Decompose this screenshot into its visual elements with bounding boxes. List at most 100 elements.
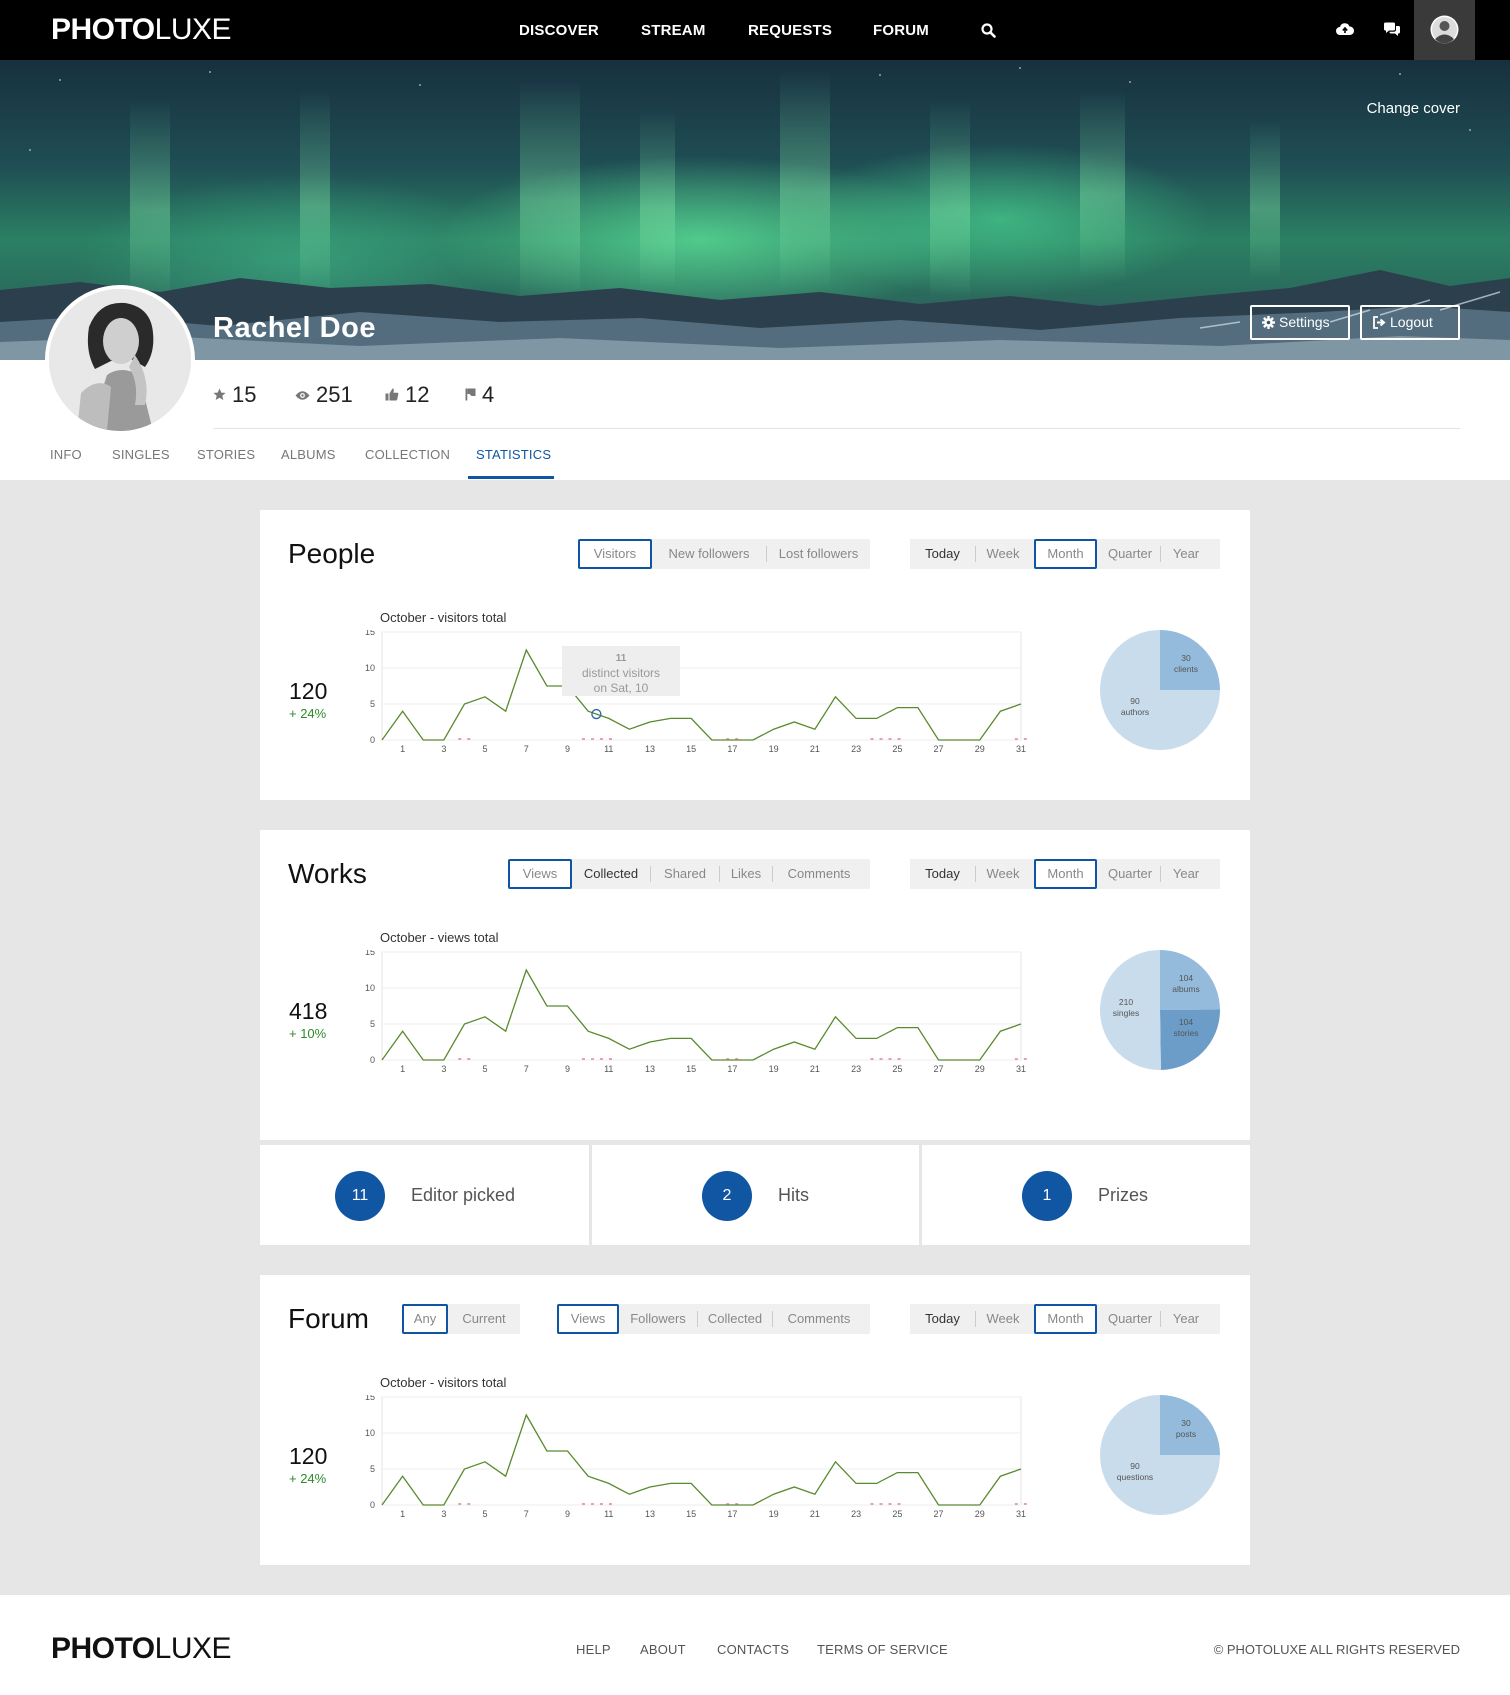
forum-period-group: Today Week Month Quarter Year [910, 1304, 1220, 1334]
change-cover-link[interactable]: Change cover [1367, 100, 1460, 117]
star-icon [213, 388, 226, 400]
period-month[interactable]: Month [1034, 1304, 1097, 1334]
footer-logo[interactable]: PHOTOLUXE [51, 1634, 232, 1664]
y-tick-label: 5 [370, 699, 375, 709]
logo-light: LUXE [154, 13, 232, 46]
period-today[interactable]: Today [910, 1304, 975, 1334]
x-tick-label: 25 [892, 1064, 902, 1074]
period-month[interactable]: Month [1034, 859, 1097, 889]
y-tick-label: 15 [365, 1395, 375, 1402]
footer-link-about[interactable]: ABOUT [640, 1642, 686, 1657]
period-quarter[interactable]: Quarter [1100, 539, 1160, 569]
portrait-photo [49, 289, 191, 431]
filter-lost-followers[interactable]: Lost followers [767, 539, 870, 569]
forum-pie-chart: 30posts 90questions [1100, 1395, 1220, 1515]
x-tick-label: 11 [604, 744, 613, 754]
people-line-chart[interactable]: 0510151 3 5 7 9 11 13 15 17 19 21 23 25 27 29 3111disti… [352, 630, 1052, 770]
x-tick-label: 3 [441, 744, 446, 754]
nav-link-forum[interactable]: FORUM [873, 22, 929, 39]
badge-hits: 2 Hits [592, 1145, 919, 1245]
works-pie-chart: 104albums104stories210singles [1100, 950, 1220, 1070]
x-tick-label: 7 [524, 1509, 529, 1519]
plot-frame [381, 1396, 1022, 1506]
user-menu[interactable] [1414, 0, 1475, 60]
x-tick-label: 13 [645, 744, 655, 754]
period-quarter[interactable]: Quarter [1100, 1304, 1160, 1334]
people-pie-chart: 30clients 90authors [1100, 630, 1220, 750]
x-tick-label: 17 [727, 1064, 737, 1074]
x-tick-label: 19 [769, 1064, 779, 1074]
filter-followers[interactable]: Followers [619, 1304, 697, 1334]
works-line-chart[interactable]: 0510151 3 5 7 9 11 13 15 17 19 21 23 25 27 29 31 [352, 950, 1052, 1090]
period-week[interactable]: Week [976, 539, 1030, 569]
y-tick-label: 10 [365, 663, 375, 673]
footer-link-terms[interactable]: TERMS OF SERVICE [817, 1642, 948, 1657]
tab-stories[interactable]: STORIES [197, 447, 255, 462]
scope-any[interactable]: Any [402, 1304, 448, 1334]
period-week[interactable]: Week [976, 1304, 1030, 1334]
x-tick-label: 21 [810, 744, 820, 754]
x-tick-label: 15 [686, 744, 696, 754]
x-tick-label: 9 [565, 1064, 570, 1074]
x-tick-label: 19 [769, 1509, 779, 1519]
footer: PHOTOLUXE HELP ABOUT CONTACTS TERMS OF S… [0, 1595, 1510, 1695]
y-tick-label: 0 [370, 1055, 375, 1065]
period-today[interactable]: Today [910, 539, 975, 569]
pie-value: 90 [1130, 696, 1140, 706]
scope-current[interactable]: Current [448, 1304, 520, 1334]
nav-link-discover[interactable]: DISCOVER [519, 22, 599, 39]
top-navbar: PHOTOLUXE DISCOVER STREAM REQUESTS FORUM [0, 0, 1510, 60]
chat-icon[interactable] [1383, 22, 1401, 37]
filter-shared[interactable]: Shared [651, 859, 719, 889]
active-tab-indicator [468, 476, 554, 479]
logout-icon [1373, 316, 1386, 329]
filter-visitors[interactable]: Visitors [578, 539, 652, 569]
settings-button[interactable]: Settings [1250, 305, 1350, 340]
x-tick-label: 11 [604, 1064, 613, 1074]
gear-icon [1262, 316, 1275, 329]
pie-label: singles [1113, 1008, 1139, 1018]
pie-value: 104 [1179, 1017, 1193, 1027]
period-month[interactable]: Month [1034, 539, 1097, 569]
period-year[interactable]: Year [1161, 1304, 1211, 1334]
search-icon[interactable] [981, 23, 996, 38]
pie-label: authors [1121, 707, 1149, 717]
filter-comments[interactable]: Comments [773, 1304, 865, 1334]
filter-views[interactable]: Views [508, 859, 572, 889]
filter-new-followers[interactable]: New followers [652, 539, 766, 569]
cloud-upload-icon[interactable] [1336, 22, 1354, 36]
footer-link-help[interactable]: HELP [576, 1642, 611, 1657]
x-tick-label: 27 [934, 1064, 944, 1074]
logo[interactable]: PHOTOLUXE [51, 13, 232, 46]
filter-comments[interactable]: Comments [773, 859, 865, 889]
x-tick-label: 11 [604, 1509, 613, 1519]
filter-collected[interactable]: Collected [698, 1304, 772, 1334]
period-today[interactable]: Today [910, 859, 975, 889]
tab-albums[interactable]: ALBUMS [281, 447, 336, 462]
x-tick-label: 5 [483, 1064, 488, 1074]
stat-likes-value: 12 [405, 382, 430, 407]
copyright: © PHOTOLUXE ALL RIGHTS RESERVED [1213, 1642, 1460, 1657]
nav-link-stream[interactable]: STREAM [641, 22, 706, 39]
nav-link-requests[interactable]: REQUESTS [748, 22, 832, 39]
filter-likes[interactable]: Likes [720, 859, 772, 889]
footer-link-contacts[interactable]: CONTACTS [717, 1642, 789, 1657]
stat-likes: 12 [385, 382, 429, 408]
period-year[interactable]: Year [1161, 539, 1211, 569]
tab-collection[interactable]: COLLECTION [365, 447, 450, 462]
x-tick-label: 1 [400, 744, 405, 754]
tab-singles[interactable]: SINGLES [112, 447, 170, 462]
stat-flags: 4 [465, 382, 494, 408]
period-quarter[interactable]: Quarter [1100, 859, 1160, 889]
period-week[interactable]: Week [976, 859, 1030, 889]
filter-views[interactable]: Views [557, 1304, 619, 1334]
tab-info[interactable]: INFO [50, 447, 82, 462]
filter-collected[interactable]: Collected [572, 859, 650, 889]
x-tick-label: 25 [892, 744, 902, 754]
tooltip-line2: on Sat, 10 [594, 681, 649, 695]
tab-statistics[interactable]: STATISTICS [476, 447, 551, 462]
x-tick-label: 3 [441, 1064, 446, 1074]
period-year[interactable]: Year [1161, 859, 1211, 889]
forum-line-chart[interactable]: 0510151 3 5 7 9 11 13 15 17 19 21 23 25 27 29 31 [352, 1395, 1052, 1535]
logout-button[interactable]: Logout [1360, 305, 1460, 340]
